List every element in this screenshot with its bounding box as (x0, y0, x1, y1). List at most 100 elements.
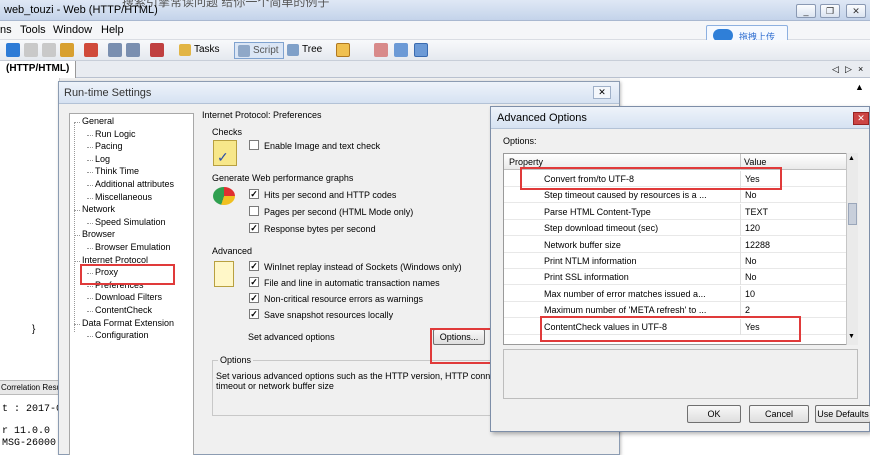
tree-item[interactable]: Miscellaneous (95, 192, 152, 202)
tree-item[interactable]: Browser (82, 229, 115, 239)
correlation-results-tab[interactable]: Correlation Resu (0, 380, 60, 395)
breakpoint-icon[interactable] (84, 43, 98, 57)
enable-image-text-check-checkbox[interactable] (249, 140, 259, 150)
property-row[interactable]: Print SSL information No (504, 269, 847, 286)
tree-item[interactable]: Download Filters (95, 292, 162, 302)
noncritical-errors-checkbox[interactable]: ✓ (249, 293, 259, 303)
script-view-button[interactable]: Script (234, 42, 284, 59)
minimize-button[interactable]: _ (796, 4, 816, 18)
play-icon[interactable] (6, 43, 20, 57)
advanced-options-close-icon[interactable]: ✕ (853, 112, 869, 125)
column-divider (740, 285, 741, 302)
property-value[interactable]: 12288 (745, 240, 770, 250)
property-value[interactable]: TEXT (745, 207, 768, 217)
tab-close-icon[interactable]: × (858, 64, 863, 74)
tree-item[interactable]: Run Logic (95, 129, 136, 139)
property-name: Parse HTML Content-Type (544, 206, 651, 217)
find-icon[interactable] (126, 43, 140, 57)
tree-item[interactable]: ContentCheck (95, 305, 152, 315)
response-bytes-checkbox[interactable]: ✓ (249, 223, 259, 233)
step-icon[interactable] (60, 43, 74, 57)
tab-scroll-right-icon[interactable]: ▷ (845, 64, 852, 75)
compile-icon[interactable] (108, 43, 122, 57)
property-value[interactable]: No (745, 272, 757, 282)
tree-item[interactable]: General (82, 116, 114, 126)
panel-icon[interactable] (336, 43, 350, 57)
noncritical-errors-label: Non-critical resource errors as warnings (264, 294, 424, 304)
scroll-thumb[interactable] (848, 203, 857, 225)
wininet-replay-checkbox[interactable]: ✓ (249, 261, 259, 271)
tree-item[interactable]: Speed Simulation (95, 217, 166, 227)
enable-image-text-check-label: Enable Image and text check (264, 141, 381, 151)
advanced-heading: Advanced (212, 246, 253, 256)
tree-item[interactable]: Configuration (95, 330, 149, 340)
pages-per-second-checkbox[interactable] (249, 206, 259, 216)
runtime-settings-close-icon[interactable]: ✕ (593, 86, 611, 99)
save-snapshot-checkbox[interactable]: ✓ (249, 309, 259, 319)
property-name: Print NTLM information (544, 256, 637, 266)
advanced-options-dialog: Advanced Options ✕ Options: Property Val… (490, 106, 870, 432)
wininet-replay-label: WinInet replay instead of Sockets (Windo… (264, 262, 462, 272)
property-value[interactable]: 120 (745, 223, 760, 233)
tree-item[interactable]: Network (82, 204, 115, 214)
main-title-bar: 搜索引擎常读问题 给你一个简单的例子 web_touzi - Web (HTTP… (0, 0, 870, 21)
file-line-checkbox[interactable]: ✓ (249, 277, 259, 287)
tab-web-http-html[interactable]: (HTTP/HTML) (0, 61, 77, 78)
scroll-down-icon[interactable]: ▼ (848, 333, 857, 342)
tree-item[interactable]: Log (95, 154, 110, 164)
pause-icon[interactable] (42, 43, 56, 57)
property-name: Print SSL information (544, 272, 629, 283)
hits-per-second-checkbox[interactable]: ✓ (249, 189, 259, 199)
tree-connector (87, 298, 93, 300)
grid-icon[interactable] (414, 43, 428, 57)
menu-window[interactable]: Window (53, 24, 92, 36)
checkmark-glyph: ✓ (217, 149, 229, 165)
stop-icon[interactable] (24, 43, 38, 57)
ok-button[interactable]: OK (687, 405, 741, 423)
script-icon (238, 45, 250, 57)
property-row[interactable]: Print NTLM information No (504, 253, 847, 269)
graph-pie-icon (213, 187, 235, 205)
menu-ns[interactable]: ns (0, 24, 12, 36)
property-grid-scrollbar[interactable]: ▲ ▼ (846, 153, 858, 345)
tree-connector (87, 134, 93, 136)
scroll-up-icon[interactable]: ▲ (848, 155, 857, 164)
property-row[interactable]: Network buffer size 12288 (504, 236, 847, 253)
runtime-settings-titlebar: Run-time Settings ✕ (59, 82, 619, 104)
window-icon[interactable] (374, 43, 388, 57)
property-value[interactable]: 10 (745, 289, 755, 299)
tree-icon (287, 44, 299, 56)
restore-button[interactable]: ❐ (820, 4, 840, 18)
property-value[interactable]: 2 (745, 305, 750, 315)
cancel-button[interactable]: Cancel (749, 405, 809, 423)
use-defaults-button[interactable]: Use Defaults (815, 405, 870, 423)
tasks-button[interactable]: Tasks (176, 42, 224, 59)
close-button[interactable]: ✕ (846, 4, 866, 18)
tree-connector (87, 248, 93, 249)
column-property[interactable]: Property (509, 157, 543, 167)
tree-item[interactable]: Browser Emulation (95, 242, 171, 252)
tree-trunk-line (74, 122, 75, 332)
menu-tools[interactable]: Tools (20, 24, 46, 36)
tree-item[interactable]: Think Time (95, 166, 139, 176)
property-value[interactable]: No (745, 190, 757, 200)
property-value[interactable]: No (745, 256, 757, 266)
property-row[interactable]: Parse HTML Content-Type TEXT (504, 203, 847, 220)
layout-icon[interactable] (394, 43, 408, 57)
advanced-doc-icon (214, 261, 234, 287)
advanced-options-titlebar: Advanced Options ✕ (491, 107, 869, 129)
script-editor[interactable]: } (0, 78, 60, 455)
property-row[interactable]: Step download timeout (sec) 120 (504, 220, 847, 237)
tree-item[interactable]: Data Format Extension (82, 318, 174, 328)
tab-scroll-left-icon[interactable]: ◁ (832, 64, 839, 75)
property-row[interactable]: Max number of error matches issued a... 1… (504, 285, 847, 302)
tree-view-button[interactable]: Tree (284, 42, 326, 59)
panel-title: Internet Protocol: Preferences (202, 110, 322, 120)
column-divider (740, 253, 741, 269)
tree-item[interactable]: Additional attributes (95, 179, 174, 189)
record-icon[interactable] (150, 43, 164, 57)
menu-help[interactable]: Help (101, 24, 124, 36)
scroll-indicator-icon[interactable]: ▲ (855, 82, 865, 96)
tree-item[interactable]: Pacing (95, 141, 123, 151)
tree-connector (87, 185, 93, 186)
